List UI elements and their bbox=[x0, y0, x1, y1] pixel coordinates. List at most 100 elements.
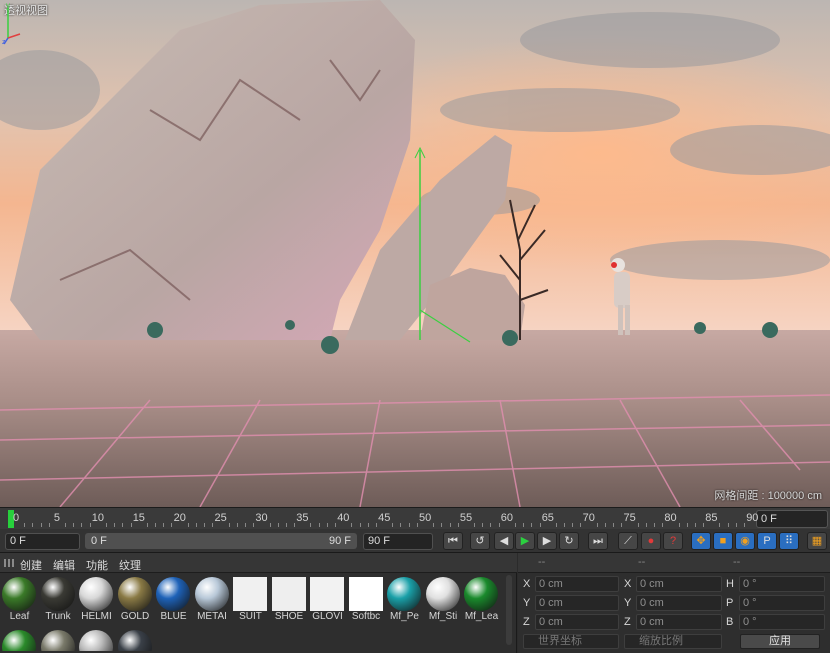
ruler-tick-label: 35 bbox=[296, 512, 309, 524]
menu-function[interactable]: 功能 bbox=[86, 557, 108, 573]
prev-key-button[interactable]: ↺ bbox=[470, 532, 490, 550]
material-scrollbar[interactable] bbox=[506, 575, 512, 645]
autokey-button[interactable]: ? bbox=[663, 532, 683, 550]
ruler-minor-tick bbox=[375, 523, 377, 527]
prev-frame-button[interactable]: ◀ bbox=[494, 532, 514, 550]
ruler-tick-label: 0 bbox=[13, 512, 20, 524]
material-swatch[interactable]: HELMI bbox=[78, 576, 114, 625]
rotation-h-field[interactable]: 0 ° bbox=[739, 576, 825, 592]
material-preview-icon bbox=[156, 577, 190, 611]
material-label: GLOVI bbox=[312, 611, 343, 622]
material-swatch[interactable] bbox=[78, 629, 114, 651]
scale-key-button[interactable]: ■ bbox=[713, 532, 733, 550]
ruler-minor-tick bbox=[146, 523, 148, 527]
material-swatch[interactable] bbox=[117, 629, 153, 651]
coordinate-mode-dropdown[interactable]: 世界坐标 bbox=[523, 634, 619, 649]
ruler-minor-tick bbox=[228, 523, 230, 527]
material-swatch[interactable]: Leaf bbox=[1, 576, 37, 625]
key-lock-button[interactable]: ⟋ bbox=[618, 532, 638, 550]
material-preview-icon bbox=[387, 577, 421, 611]
param-key-button[interactable]: P bbox=[757, 532, 777, 550]
material-swatch[interactable]: Mf_Sti bbox=[425, 576, 461, 625]
film-button[interactable]: ▦ bbox=[807, 532, 827, 550]
ruler-minor-tick bbox=[531, 523, 533, 527]
coordinates-manager: -- -- -- X 0 cm X 0 cm H 0 ° Y 0 cm Y 0 … bbox=[518, 553, 830, 653]
ruler-minor-tick bbox=[449, 523, 451, 527]
ruler-minor-tick bbox=[662, 523, 664, 527]
material-swatch[interactable] bbox=[1, 629, 37, 651]
ruler-minor-tick bbox=[236, 523, 238, 527]
frame-end-field[interactable]: 90 F bbox=[363, 533, 433, 550]
material-preview-icon bbox=[271, 577, 306, 611]
ruler-minor-tick bbox=[727, 523, 729, 527]
material-swatch[interactable]: Mf_Pe bbox=[386, 576, 422, 625]
ruler-minor-tick bbox=[596, 523, 598, 527]
ruler-minor-tick bbox=[416, 523, 418, 527]
material-swatch[interactable]: METAI bbox=[194, 576, 230, 625]
ruler-minor-tick bbox=[637, 523, 639, 527]
ruler-tick-label: 15 bbox=[132, 512, 145, 524]
menu-texture[interactable]: 纹理 bbox=[119, 557, 141, 573]
material-swatch[interactable]: SHOE bbox=[271, 576, 307, 625]
material-preview-icon bbox=[2, 630, 36, 651]
material-swatch[interactable]: Mf_Lea bbox=[463, 576, 499, 625]
timeline-ruler[interactable]: 0 F 0 5 10 15 20 25 30 35 40 45 50 55 60 65 70 75 80 85 90 bbox=[0, 507, 830, 529]
preview-range-slider[interactable]: 0 F 90 F bbox=[85, 533, 357, 549]
material-swatch[interactable]: SUIT bbox=[232, 576, 268, 625]
ruler-minor-tick bbox=[367, 523, 369, 527]
ruler-minor-tick bbox=[81, 523, 83, 527]
material-swatch[interactable]: Softbc bbox=[348, 576, 384, 625]
axis-label: X bbox=[523, 578, 531, 590]
material-preview-icon bbox=[117, 630, 152, 651]
ruler-minor-tick bbox=[24, 523, 26, 527]
param-key-icon: P bbox=[763, 535, 771, 547]
ruler-minor-tick bbox=[269, 523, 271, 527]
apply-button[interactable]: 应用 bbox=[740, 634, 820, 649]
record-button[interactable]: ● bbox=[641, 532, 661, 550]
transport-bar: 0 F 0 F 90 F 90 F ⏮ ↺ ◀ ▶ ▶ ↻ ⏭ ⟋ ●? ✥ ■ ◉ P ⠿ ▦ bbox=[0, 529, 830, 553]
coord-header-size: -- bbox=[638, 556, 646, 568]
scale-mode-dropdown[interactable]: 缩放比例 bbox=[624, 634, 722, 649]
material-swatch[interactable]: GOLD bbox=[117, 576, 153, 625]
position-y-field[interactable]: 0 cm bbox=[535, 595, 619, 611]
pla-key-button[interactable]: ⠿ bbox=[779, 532, 799, 550]
position-z-field[interactable]: 0 cm bbox=[535, 614, 619, 630]
ruler-minor-tick bbox=[482, 523, 484, 527]
ruler-minor-tick bbox=[335, 523, 337, 527]
ruler-minor-tick bbox=[253, 523, 255, 527]
menu-edit[interactable]: 编辑 bbox=[53, 557, 75, 573]
material-swatch[interactable]: GLOVI bbox=[309, 576, 345, 625]
ruler-minor-tick bbox=[48, 523, 50, 527]
next-frame-button[interactable]: ▶ bbox=[537, 532, 557, 550]
play-button[interactable]: ▶ bbox=[515, 532, 535, 550]
ruler-minor-tick bbox=[457, 523, 459, 527]
move-key-button[interactable]: ✥ bbox=[691, 532, 711, 550]
frame-start-field[interactable]: 0 F bbox=[5, 533, 80, 550]
material-swatch[interactable]: Trunk bbox=[40, 576, 76, 625]
panel-grip-icon[interactable] bbox=[4, 559, 14, 567]
current-frame-field[interactable]: 0 F bbox=[756, 510, 828, 528]
material-label: Leaf bbox=[9, 611, 30, 622]
goto-start-button[interactable]: ⏮ bbox=[443, 532, 463, 550]
size-x-field[interactable]: 0 cm bbox=[636, 576, 722, 592]
position-x-field[interactable]: 0 cm bbox=[535, 576, 619, 592]
ruler-minor-tick bbox=[195, 523, 197, 527]
ruler-minor-tick bbox=[73, 523, 75, 527]
material-preview-icon bbox=[117, 577, 152, 611]
ruler-tick-label: 30 bbox=[255, 512, 268, 524]
coordinates-header: -- -- -- bbox=[518, 553, 830, 573]
menu-create[interactable]: 创建 bbox=[20, 557, 42, 573]
size-y-field[interactable]: 0 cm bbox=[636, 595, 722, 611]
size-z-field[interactable]: 0 cm bbox=[636, 614, 722, 630]
material-swatch[interactable]: BLUE bbox=[155, 576, 191, 625]
rotation-p-field[interactable]: 0 ° bbox=[739, 595, 825, 611]
ruler-minor-tick bbox=[490, 523, 492, 527]
perspective-viewport[interactable]: 透视视图 y z 网格间距 : 100000 cm bbox=[0, 0, 830, 507]
material-label: Mf_Pe bbox=[390, 611, 419, 622]
rotate-key-button[interactable]: ◉ bbox=[735, 532, 755, 550]
rotation-b-field[interactable]: 0 ° bbox=[739, 614, 825, 630]
next-key-button[interactable]: ↻ bbox=[559, 532, 579, 550]
material-swatch[interactable] bbox=[40, 629, 76, 651]
material-label: SUIT bbox=[239, 611, 262, 622]
goto-end-button[interactable]: ⏭ bbox=[588, 532, 608, 550]
